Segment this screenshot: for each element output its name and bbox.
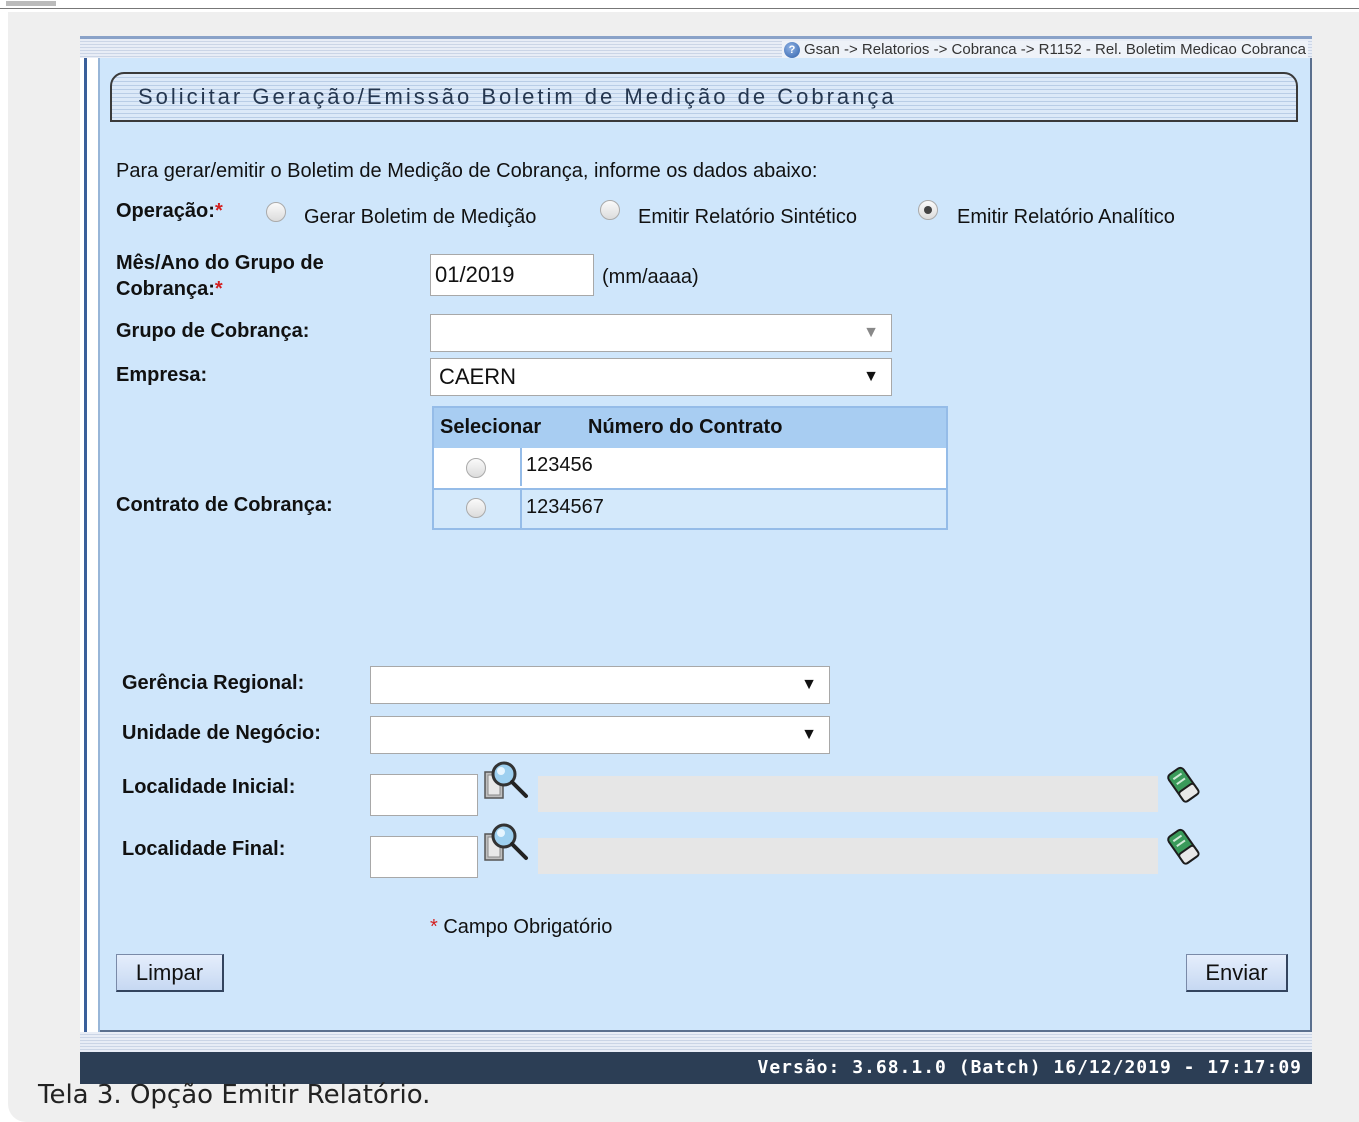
radio-emitir-sintetico[interactable] — [600, 200, 620, 220]
chevron-down-icon: ▼ — [863, 324, 879, 341]
contrato-radio[interactable] — [466, 458, 486, 478]
chevron-down-icon: ▼ — [801, 726, 817, 743]
chevron-down-icon: ▼ — [801, 676, 817, 693]
unidade-negocio-label: Unidade de Negócio: — [122, 722, 321, 744]
page-title: Solicitar Geração/Emissão Boletim de Med… — [138, 84, 897, 109]
eraser-icon[interactable] — [1164, 824, 1204, 868]
localidade-inicial-input[interactable] — [370, 774, 478, 816]
empresa-select[interactable]: CAERN ▼ — [430, 358, 892, 396]
col-selecionar: Selecionar — [440, 416, 542, 438]
contrato-table-header: Selecionar Número do Contrato — [434, 408, 946, 448]
contrato-numero: 123456 — [520, 448, 944, 486]
search-icon[interactable] — [482, 820, 530, 864]
gerencia-regional-label: Gerência Regional: — [122, 672, 305, 694]
empresa-label: Empresa: — [116, 364, 208, 386]
top-mark — [6, 1, 56, 6]
radio-emitir-analitico-label[interactable]: Emitir Relatório Analítico — [957, 206, 1175, 229]
operacao-label: Operação:* — [116, 200, 223, 222]
chevron-down-icon: ▼ — [863, 368, 879, 385]
header-stripes: ? Gsan -> Relatorios -> Cobranca -> R115… — [80, 36, 1312, 58]
help-icon[interactable]: ? — [783, 41, 800, 58]
localidade-final-description — [538, 838, 1158, 874]
gsan-page: ? Gsan -> Relatorios -> Cobranca -> R115… — [80, 36, 1312, 1084]
localidade-final-input[interactable] — [370, 836, 478, 878]
clear-button[interactable]: Limpar — [116, 954, 224, 992]
gerencia-regional-select[interactable]: ▼ — [370, 666, 830, 704]
select-cell — [434, 490, 520, 528]
mes-ano-hint: (mm/aaaa) — [602, 266, 699, 288]
radio-gerar-boletim[interactable] — [266, 202, 286, 222]
mes-ano-input[interactable]: 01/2019 — [430, 254, 594, 296]
eraser-icon[interactable] — [1164, 762, 1204, 806]
table-row: 123456 — [434, 448, 946, 488]
contrato-table: Selecionar Número do Contrato 123456 123… — [432, 406, 948, 530]
screenshot-frame: ? Gsan -> Relatorios -> Cobranca -> R115… — [8, 12, 1359, 1122]
table-row: 1234567 — [434, 488, 946, 528]
top-divider — [0, 8, 1359, 9]
footer-stripes — [80, 1032, 1312, 1052]
radio-emitir-analitico[interactable] — [918, 200, 938, 220]
form-panel: Solicitar Geração/Emissão Boletim de Med… — [100, 58, 1312, 1032]
form-title-box: Solicitar Geração/Emissão Boletim de Med… — [110, 72, 1298, 122]
contrato-numero: 1234567 — [520, 490, 944, 528]
breadcrumb-text[interactable]: Gsan -> Relatorios -> Cobranca -> R1152 … — [804, 41, 1306, 58]
grupo-cobranca-select[interactable]: ▼ — [430, 314, 892, 352]
left-border — [80, 58, 100, 1032]
radio-gerar-boletim-label[interactable]: Gerar Boletim de Medição — [304, 206, 536, 229]
submit-button[interactable]: Enviar — [1186, 954, 1288, 992]
grupo-cobranca-label: Grupo de Cobrança: — [116, 320, 310, 342]
unidade-negocio-select[interactable]: ▼ — [370, 716, 830, 754]
contrato-radio[interactable] — [466, 498, 486, 518]
contrato-label: Contrato de Cobrança: — [116, 494, 333, 516]
col-numero-contrato: Número do Contrato — [588, 416, 783, 438]
radio-emitir-sintetico-label[interactable]: Emitir Relatório Sintético — [638, 206, 857, 229]
search-icon[interactable] — [482, 758, 530, 802]
figure-caption: Tela 3. Opção Emitir Relatório. — [38, 1080, 431, 1110]
required-note: * Campo Obrigatório — [430, 916, 613, 938]
mes-ano-label: Mês/Ano do Grupo de Cobrança:* — [116, 252, 324, 300]
instruction-text: Para gerar/emitir o Boletim de Medição d… — [116, 160, 818, 182]
empresa-value: CAERN — [439, 364, 517, 389]
select-cell — [434, 448, 520, 486]
localidade-inicial-label: Localidade Inicial: — [122, 776, 296, 798]
breadcrumb: ? Gsan -> Relatorios -> Cobranca -> R115… — [781, 41, 1308, 58]
localidade-inicial-description — [538, 776, 1158, 812]
localidade-final-label: Localidade Final: — [122, 838, 286, 860]
